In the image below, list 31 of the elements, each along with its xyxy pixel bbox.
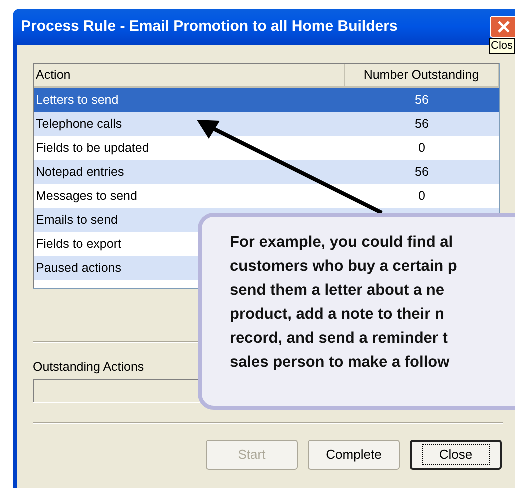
callout-text: sales person to make a follow [230, 353, 451, 373]
table-row[interactable]: Letters to send 56 [34, 88, 499, 112]
callout-text: For example, you could find al [230, 233, 454, 253]
action-cell-text: Messages to send [36, 188, 138, 205]
count-cell-text: 56 [414, 116, 430, 133]
action-cell-text: Fields to be updated [36, 140, 150, 157]
column-header[interactable]: Action [34, 64, 345, 88]
action-cell-text: Letters to send [36, 92, 119, 109]
window-title: Process Rule - Email Promotion to all Home Builders [21, 16, 398, 37]
action-cell-text: Paused actions [36, 260, 122, 277]
table-row[interactable]: Notepad entries 56 [34, 160, 499, 184]
table-row[interactable]: Telephone calls 56 [34, 112, 499, 136]
count-cell-text: 0 [418, 140, 426, 157]
callout-text: product, add a note to their n [230, 305, 446, 325]
action-cell-text: Emails to send [36, 212, 118, 229]
action-cell-text: Notepad entries [36, 164, 124, 181]
close-button[interactable] [490, 16, 515, 38]
count-cell-text: 0 [418, 188, 426, 205]
count-cell-text: 56 [414, 92, 430, 109]
column-header[interactable]: Number Outstanding [345, 64, 499, 88]
dialog-button[interactable]: Complete [308, 440, 400, 470]
dialog-button[interactable]: Close [410, 440, 502, 470]
count-cell-text: 56 [414, 164, 430, 181]
progress-label: Outstanding Actions [33, 359, 144, 375]
callout-text: customers who buy a certain p [230, 257, 458, 277]
tooltip: Clos [489, 38, 515, 54]
callout-text: record, and send a reminder t [230, 329, 449, 349]
callout-text: send them a letter about a ne [230, 281, 446, 301]
action-cell-text: Fields to export [36, 236, 122, 253]
action-cell-text: Telephone calls [36, 116, 122, 133]
close-icon [497, 20, 511, 34]
